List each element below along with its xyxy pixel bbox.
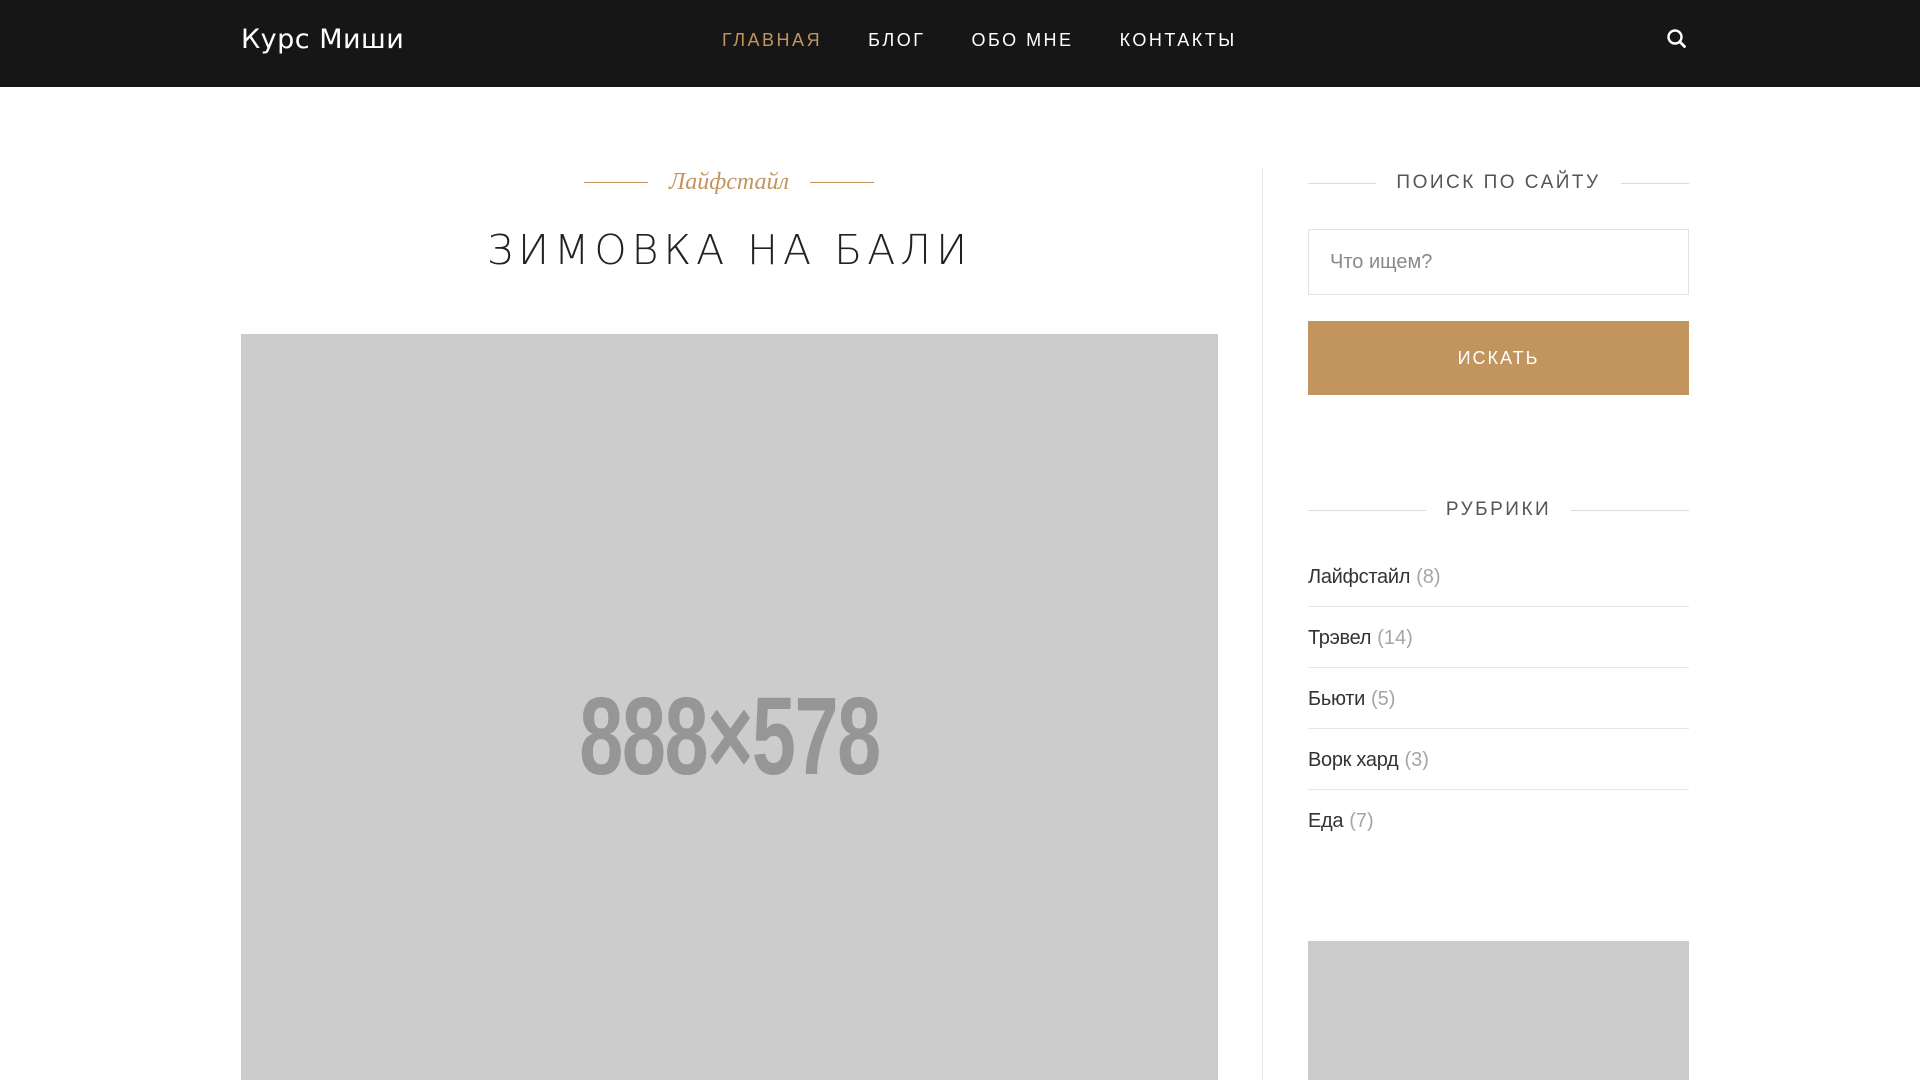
site-header: Курс Миши ГЛАВНАЯ БЛОГ ОБО МНЕ КОНТАКТЫ xyxy=(0,0,1920,87)
list-item: Трэвел (14) xyxy=(1308,607,1689,668)
widget-title-line xyxy=(1308,509,1426,511)
categories-widget-heading: РУБРИКИ xyxy=(1445,499,1552,520)
category-line-left xyxy=(584,181,648,183)
category-link-work-hard[interactable]: Ворк хард xyxy=(1308,749,1399,772)
category-count: (3) xyxy=(1404,748,1429,771)
search-button[interactable]: ИСКАТЬ xyxy=(1308,321,1689,395)
column-divider xyxy=(1262,168,1263,1080)
nav-item-home[interactable]: ГЛАВНАЯ xyxy=(722,0,822,80)
widget-title-line xyxy=(1620,182,1689,184)
main-nav: ГЛАВНАЯ БЛОГ ОБО МНЕ КОНТАКТЫ xyxy=(722,0,1283,80)
list-item: Лайфстайл (8) xyxy=(1308,546,1689,607)
list-item: Еда (7) xyxy=(1308,790,1689,851)
search-widget-heading: ПОИСК ПО САЙТУ xyxy=(1396,172,1601,193)
categories-list: Лайфстайл (8) Трэвел (14) Бьюти (5) Ворк… xyxy=(1308,546,1689,851)
site-logo[interactable]: Курс Миши xyxy=(241,0,404,80)
nav-item-about[interactable]: ОБО МНЕ xyxy=(971,0,1073,80)
nav-item-blog[interactable]: БЛОГ xyxy=(868,0,925,80)
post-category: Лайфстайл xyxy=(584,164,874,200)
post-featured-image: 888×578 xyxy=(241,334,1218,1080)
image-placeholder-label: 888×578 xyxy=(579,675,881,798)
sidebar-banner-image xyxy=(1308,941,1689,1080)
category-link-food[interactable]: Еда xyxy=(1308,810,1344,833)
post-category-link[interactable]: Лайфстайл xyxy=(669,169,789,196)
nav-item-contacts[interactable]: КОНТАКТЫ xyxy=(1120,0,1237,80)
category-link-travel[interactable]: Трэвел xyxy=(1308,627,1371,650)
category-link-lifestyle[interactable]: Лайфстайл xyxy=(1308,566,1410,589)
category-count: (5) xyxy=(1370,687,1396,710)
category-count: (8) xyxy=(1416,565,1441,588)
search-input[interactable] xyxy=(1308,229,1689,295)
category-count: (14) xyxy=(1377,626,1413,649)
categories-widget-title: РУБРИКИ xyxy=(1308,495,1690,525)
category-link-beauty[interactable]: Бьюти xyxy=(1308,688,1365,711)
post-title: ЗИМОВКА НА БАЛИ xyxy=(486,226,973,274)
search-icon[interactable] xyxy=(1664,26,1690,52)
widget-title-line xyxy=(1571,509,1690,511)
list-item: Бьюти (5) xyxy=(1308,668,1689,729)
list-item: Ворк хард (3) xyxy=(1308,729,1689,790)
category-count: (7) xyxy=(1349,810,1374,832)
category-line-right xyxy=(809,181,874,183)
search-widget-title: ПОИСК ПО САЙТУ xyxy=(1308,168,1689,198)
widget-title-line xyxy=(1308,182,1377,184)
